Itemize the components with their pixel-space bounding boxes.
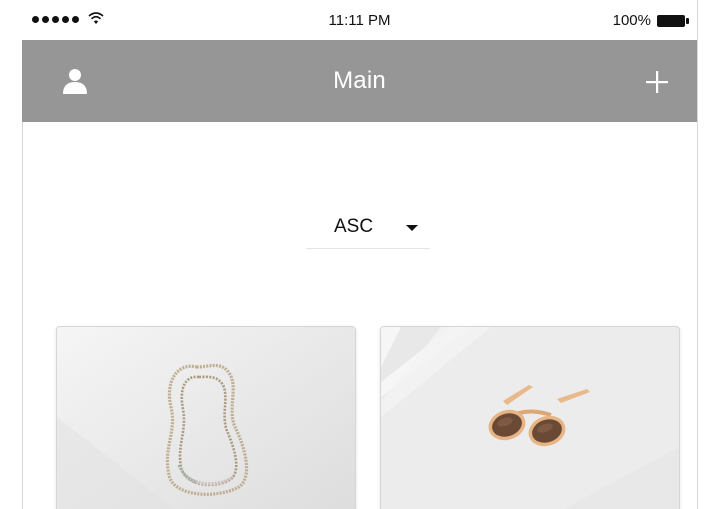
necklace-image [57, 327, 355, 509]
product-card-necklace[interactable] [56, 326, 356, 509]
plus-icon[interactable] [646, 71, 668, 93]
app-screen: 11:11 PM 100% Main ASC [0, 0, 719, 509]
nav-bar: Main [22, 40, 697, 122]
page-title: Main [333, 67, 386, 94]
battery-percent: 100% [612, 12, 651, 29]
screen-edge-right [697, 0, 698, 509]
sort-selected-value: ASC [334, 216, 374, 237]
product-card-sunglasses[interactable] [380, 326, 680, 509]
sunglasses-image [381, 327, 679, 509]
battery-icon [657, 15, 689, 27]
caret-down-icon [406, 225, 418, 231]
sort-dropdown[interactable]: ASC [306, 208, 430, 249]
status-bar: 11:11 PM 100% [22, 0, 697, 40]
status-time: 11:11 PM [328, 12, 391, 29]
